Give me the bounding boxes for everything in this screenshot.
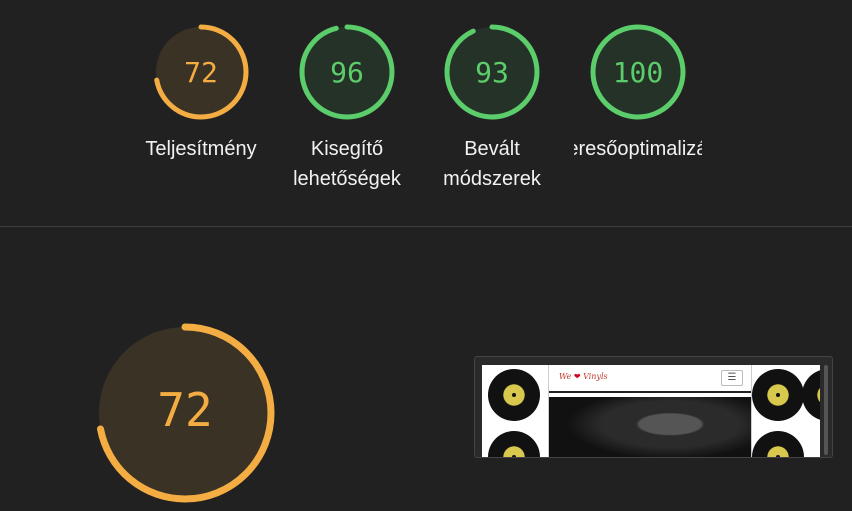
thumbnail-scrollbar[interactable] (824, 365, 828, 455)
gauge-score: 100 (613, 56, 664, 89)
site-header: We ❤ Vinyls ☰ (549, 365, 751, 393)
page-screenshot-thumbnail[interactable]: We ❤ Vinyls ☰ (474, 356, 833, 458)
gauge-seo[interactable]: 100 Keresőoptimalizálás (574, 22, 702, 164)
screenshot-content: We ❤ Vinyls ☰ (482, 365, 820, 457)
gauge-best-practices[interactable]: 93 Bevált módszerek (428, 22, 556, 194)
gauge-accessibility[interactable]: 96 Kisegítő lehetőségek (283, 22, 411, 194)
category-scores: 72 Teljesítmény 96 Kisegítő lehetőségek … (0, 0, 852, 226)
gauge-label: Kisegítő lehetőségek (293, 138, 401, 190)
vinyl-record-image (752, 369, 804, 421)
site-logo: We ❤ Vinyls (559, 372, 608, 381)
gauge-score: 72 (184, 56, 218, 89)
vinyl-record-image (488, 431, 540, 457)
hamburger-icon: ☰ (721, 370, 743, 386)
gauge-ring: 100 (590, 24, 686, 120)
gauge-performance[interactable]: 72 Teljesítmény (137, 22, 265, 164)
gauge-ring: 72 (153, 24, 249, 120)
gauge-score: 96 (330, 56, 364, 89)
gauge-label: Teljesítmény (145, 138, 257, 160)
mobile-viewport: We ❤ Vinyls ☰ (548, 365, 752, 457)
vinyl-record-image (752, 431, 804, 457)
gauge-score: 93 (475, 56, 509, 89)
main-performance-gauge: 72 (92, 320, 278, 511)
main-gauge-ring: 72 (95, 323, 275, 503)
gauge-label: Bevált módszerek (443, 138, 541, 190)
gauge-ring: 93 (444, 24, 540, 120)
gauge-label: Keresőoptimalizálás (574, 138, 702, 160)
vinyl-record-image (802, 369, 820, 421)
heart-icon: ❤ (573, 372, 581, 381)
main-gauge-score: 72 (157, 383, 212, 437)
vinyl-record-image (488, 369, 540, 421)
section-divider (0, 226, 852, 227)
hero-image (549, 397, 751, 457)
gauge-ring: 96 (299, 24, 395, 120)
